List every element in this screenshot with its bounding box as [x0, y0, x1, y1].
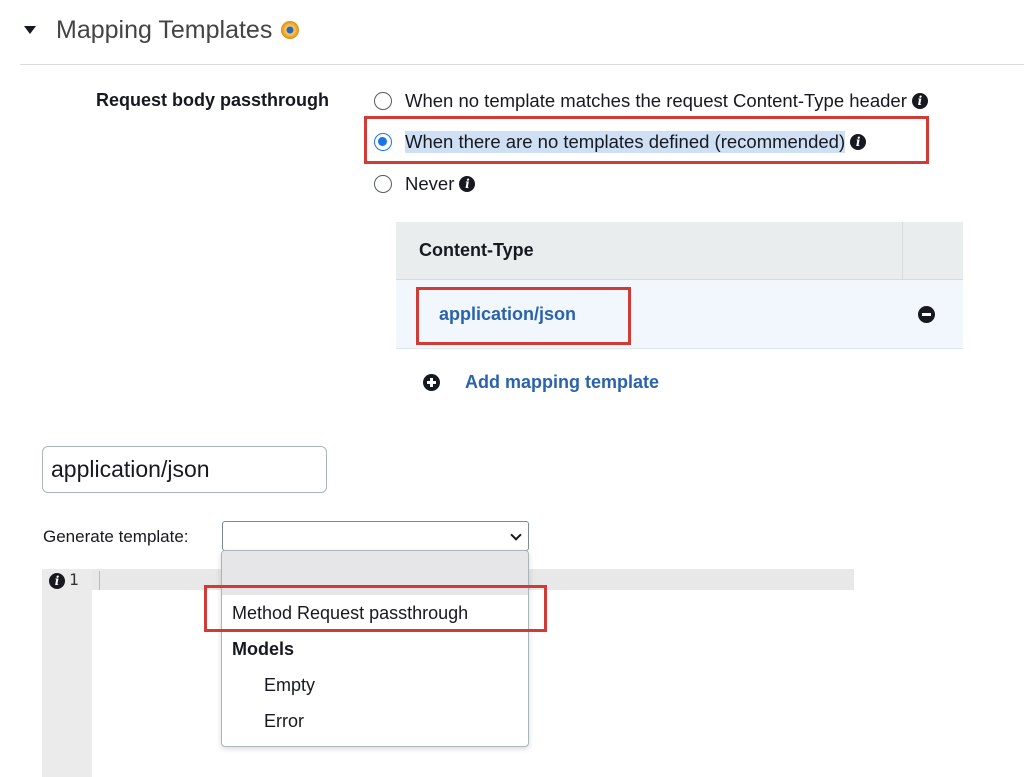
- status-dot-icon: [281, 21, 300, 39]
- passthrough-option-never[interactable]: Never i: [374, 173, 476, 195]
- content-type-input[interactable]: [42, 446, 327, 493]
- chevron-down-icon: [510, 529, 522, 541]
- column-divider: [902, 221, 903, 280]
- add-mapping-template-button[interactable]: Add mapping template: [423, 372, 659, 393]
- dropdown-group-models: Models: [232, 638, 295, 659]
- passthrough-label: Request body passthrough: [96, 90, 330, 110]
- editor-gutter: [42, 569, 92, 777]
- passthrough-option-no-match[interactable]: When no template matches the request Con…: [374, 90, 928, 112]
- mapping-templates-header[interactable]: Mapping Templates: [20, 14, 300, 46]
- highlight-box: [204, 585, 547, 632]
- content-type-column-header: Content-Type: [419, 240, 534, 260]
- dropdown-option-error[interactable]: Error: [222, 703, 528, 739]
- add-mapping-template-label[interactable]: Add mapping template: [465, 372, 659, 393]
- info-icon[interactable]: i: [911, 93, 928, 109]
- section-divider: [20, 64, 1024, 65]
- generate-template-dropdown: Method Request passthrough Models Empty …: [221, 550, 529, 747]
- text-cursor: [99, 571, 100, 590]
- section-title: Mapping Templates: [56, 15, 273, 44]
- radio-button[interactable]: [374, 92, 392, 110]
- radio-label: Never: [405, 173, 455, 194]
- table-header: Content-Type: [396, 221, 963, 280]
- generate-template-label: Generate template:: [43, 527, 189, 546]
- plus-circle-icon: [423, 374, 440, 391]
- info-icon[interactable]: i: [459, 176, 476, 192]
- caret-down-icon[interactable]: [24, 26, 36, 34]
- radio-label: When no template matches the request Con…: [405, 90, 907, 111]
- highlight-box: [416, 287, 631, 345]
- generate-template-select[interactable]: [222, 521, 529, 551]
- radio-button[interactable]: [374, 175, 392, 193]
- highlight-box: [364, 116, 929, 164]
- line-number: 1: [69, 570, 79, 589]
- info-icon: i: [49, 573, 65, 589]
- minus-circle-icon[interactable]: [918, 305, 935, 323]
- dropdown-option-empty[interactable]: Empty: [222, 667, 528, 703]
